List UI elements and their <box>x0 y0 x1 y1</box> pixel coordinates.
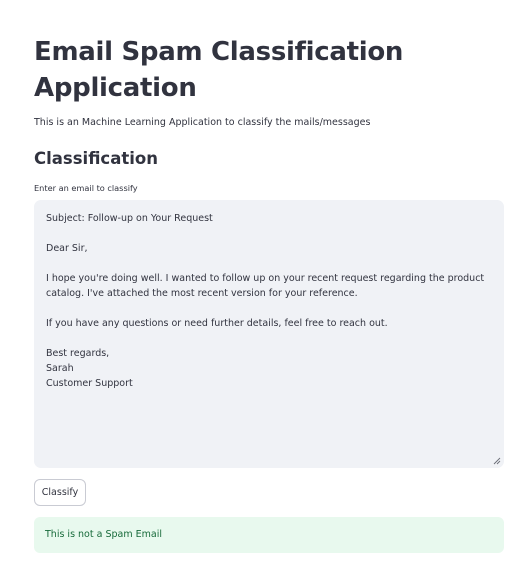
resize-grip-icon[interactable] <box>493 457 501 465</box>
email-textarea[interactable]: Subject: Follow-up on Your Request Dear … <box>34 200 504 468</box>
email-textarea-content[interactable]: Subject: Follow-up on Your Request Dear … <box>46 211 496 460</box>
page-title: Email Spam Classification Application <box>34 37 404 103</box>
result-message: This is not a Spam Email <box>45 529 162 540</box>
section-heading-classification: Classification <box>34 149 158 168</box>
result-alert: This is not a Spam Email <box>34 517 504 553</box>
email-field-label: Enter an email to classify <box>34 183 138 193</box>
classify-button[interactable]: Classify <box>34 479 86 506</box>
app-container: Email Spam Classification Application Th… <box>0 0 524 577</box>
page-subtitle: This is an Machine Learning Application … <box>34 117 371 128</box>
